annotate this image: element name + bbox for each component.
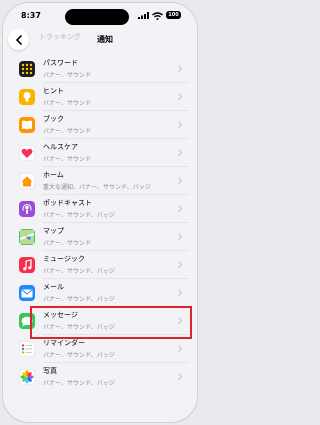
phone-screen: 8:37 100 トラッキング 通知 パスワード バナー、サウンド ヒント バナー、… [3, 3, 197, 422]
app-name: ブック [43, 115, 64, 123]
status-bar: 8:37 100 [3, 3, 197, 29]
highlight-box [30, 306, 192, 339]
app-notification-detail: バナー、サウンド [43, 156, 91, 163]
battery-icon: 100 [166, 11, 181, 19]
app-notification-detail: バナー、サウンド [43, 128, 91, 135]
photos-icon [19, 369, 35, 385]
chevron-right-icon [178, 233, 182, 240]
back-button[interactable] [8, 29, 29, 50]
app-notification-detail: バナー、サウンド、バッジ [43, 268, 115, 275]
app-name: ポッドキャスト [43, 199, 92, 207]
app-notification-detail: バナー、サウンド [43, 240, 91, 247]
app-row[interactable]: ブックバナー、サウンド [14, 111, 189, 139]
chevron-right-icon [178, 261, 182, 268]
lightbulb-icon [19, 89, 35, 105]
app-notification-detail: バナー、サウンド、バッジ [43, 352, 115, 359]
app-row[interactable]: ヒントバナー、サウンド [14, 83, 189, 111]
app-row[interactable]: マップバナー、サウンド [14, 223, 189, 251]
app-notification-detail: バナー、サウンド、バッジ [43, 380, 115, 387]
wifi-icon [152, 12, 163, 20]
chevron-right-icon [178, 345, 182, 352]
signal-icon [138, 12, 149, 19]
app-row[interactable]: ミュージックバナー、サウンド、バッジ [14, 251, 189, 279]
chevron-right-icon [178, 93, 182, 100]
app-name: ミュージック [43, 255, 85, 263]
app-notification-list: パスワード バナー、サウンド ヒント バナー、サウンド ブック バナー、サウンド ヘル… [14, 55, 189, 391]
scrolled-row-label: トラッキング [39, 33, 81, 41]
list-icon [19, 341, 35, 357]
app-notification-detail: バナー、サウンド、バッジ [43, 212, 115, 219]
chevron-right-icon [178, 149, 182, 156]
chevron-right-icon [178, 177, 182, 184]
house-icon [19, 173, 35, 189]
status-time: 8:37 [21, 11, 41, 20]
app-row[interactable]: ホーム重大な通知、バナー、サウンド、バッジ [14, 167, 189, 195]
book-icon [19, 117, 35, 133]
chevron-right-icon [178, 289, 182, 296]
app-row[interactable]: ポッドキャストバナー、サウンド、バッジ [14, 195, 189, 223]
chevron-right-icon [178, 205, 182, 212]
app-notification-detail: バナー、サウンド [43, 100, 91, 107]
app-row[interactable]: メールバナー、サウンド、バッジ [14, 279, 189, 307]
key-icon [19, 61, 35, 77]
app-notification-detail: 重大な通知、バナー、サウンド、バッジ [43, 184, 151, 191]
podcast-icon [19, 201, 35, 217]
dynamic-island [65, 9, 129, 25]
app-row[interactable]: パスワードバナー、サウンド [14, 55, 189, 83]
app-name: ヒント [43, 87, 64, 95]
map-icon [19, 229, 35, 245]
mail-icon [19, 285, 35, 301]
app-name: ヘルスケア [43, 143, 78, 151]
page-title: 通知 [97, 35, 113, 44]
app-notification-detail: バナー、サウンド、バッジ [43, 296, 115, 303]
app-row[interactable]: リマインダーバナー、サウンド、バッジ [14, 335, 189, 363]
app-name: マップ [43, 227, 64, 235]
chevron-right-icon [178, 121, 182, 128]
app-row[interactable]: 写真バナー、サウンド、バッジ [14, 363, 189, 391]
nav-bar: トラッキング 通知 [3, 29, 197, 51]
app-name: メール [43, 283, 64, 291]
chevron-right-icon [178, 65, 182, 72]
chevron-right-icon [178, 373, 182, 380]
music-icon [19, 257, 35, 273]
app-notification-detail: バナー、サウンド [43, 72, 91, 79]
app-name: リマインダー [43, 339, 85, 347]
app-name: ホーム [43, 171, 64, 179]
heart-icon [19, 145, 35, 161]
app-row[interactable]: ヘルスケアバナー、サウンド [14, 139, 189, 167]
app-name: パスワード [43, 59, 78, 67]
app-name: 写真 [43, 367, 57, 375]
chevron-left-icon [15, 34, 22, 45]
